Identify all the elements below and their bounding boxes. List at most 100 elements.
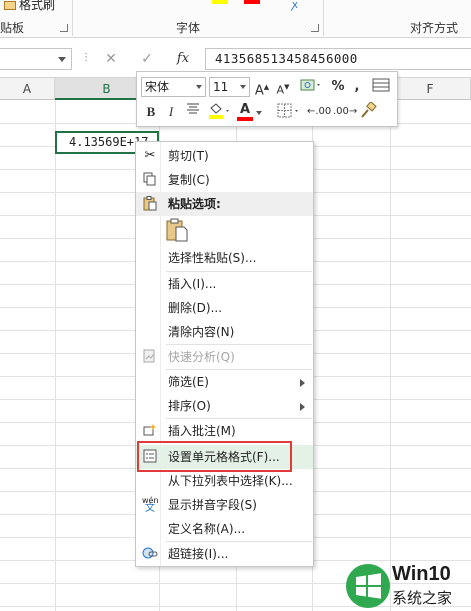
borders-icon <box>277 103 298 118</box>
font-size-combo[interactable]: 11 <box>209 77 250 97</box>
font-size-value: 11 <box>213 80 229 94</box>
percent-style-button[interactable]: % <box>330 77 346 97</box>
align-center-button[interactable] <box>183 102 203 122</box>
menu-header-label: 粘贴选项: <box>168 197 221 211</box>
alignment-group-label: 对齐方式 <box>410 21 459 35</box>
number-format-button[interactable] <box>296 77 326 97</box>
highlight-color-swatch <box>212 0 228 4</box>
chevron-right-icon <box>300 403 305 411</box>
menu-item-hyperlink[interactable]: 超链接(I)... <box>136 542 313 566</box>
chevron-down-icon[interactable] <box>256 111 262 115</box>
chevron-down-icon[interactable] <box>196 85 202 89</box>
grid-line <box>390 100 391 611</box>
menu-header-paste-options: 粘贴选项: <box>136 192 313 216</box>
formula-input[interactable]: 413568513458456000 <box>205 48 471 70</box>
font-name-value: 宋体 <box>145 80 170 94</box>
chevron-down-icon[interactable] <box>240 85 246 89</box>
align-center-icon <box>187 103 199 114</box>
phonetic-icon: wén 文 <box>142 496 159 514</box>
font-color-swatch <box>244 0 260 4</box>
grid-line <box>55 100 56 611</box>
format-painter-label: 格式刷 <box>19 0 56 12</box>
ribbon-divider <box>323 0 324 36</box>
format-painter-button[interactable]: 格式刷 <box>4 0 55 13</box>
format-painter-mini-button[interactable] <box>358 101 378 122</box>
clipboard-launcher-icon[interactable] <box>60 24 68 32</box>
formula-bar-grip-icon[interactable]: ⋮ <box>81 52 91 63</box>
font-name-combo[interactable]: 宋体 <box>141 77 206 97</box>
merge-cells-icon <box>372 78 390 92</box>
menu-item-define-name[interactable]: 定义名称(A)... <box>136 517 313 541</box>
mini-toolbar: 宋体 11 A▲ A▼ % , B I A ←.00 .00→ <box>136 71 398 127</box>
menu-item-paste-special[interactable]: 选择性粘贴(S)... <box>136 246 313 270</box>
paint-bucket-icon <box>209 103 229 119</box>
menu-item-quick-analysis[interactable]: 快速分析(Q) <box>136 345 313 369</box>
clipboard-icon <box>142 196 158 212</box>
font-color-button[interactable]: A <box>237 102 265 122</box>
menu-item-label: 清除内容(N) <box>168 325 235 339</box>
comment-icon <box>142 423 158 439</box>
bold-button[interactable]: B <box>143 102 159 122</box>
accounting-format-icon <box>300 79 320 91</box>
menu-item-show-phonetic[interactable]: wén 文 显示拼音字段(S) <box>136 493 313 517</box>
menu-item-label: 显示拼音字段(S) <box>168 498 257 512</box>
shrink-font-button[interactable]: A▼ <box>275 77 291 97</box>
menu-item-filter[interactable]: 筛选(E) <box>136 370 313 394</box>
menu-item-insert-comment[interactable]: 插入批注(M) <box>136 419 313 443</box>
quick-analysis-icon <box>142 349 158 365</box>
italic-button[interactable]: I <box>163 102 179 122</box>
highlight-box <box>137 441 292 472</box>
menu-item-copy[interactable]: 复制(C) <box>136 168 313 192</box>
menu-item-label: 排序(O) <box>168 399 211 413</box>
copy-icon <box>142 172 158 188</box>
menu-item-label: 删除(D)... <box>168 301 223 315</box>
format-painter-icon <box>4 1 16 10</box>
watermark-line1: Win10 <box>392 563 451 585</box>
menu-item-label: 插入(I)... <box>168 277 217 291</box>
menu-item-label: 超链接(I)... <box>168 547 229 561</box>
paste-option-clipboard-icon[interactable] <box>166 218 188 242</box>
chevron-down-icon[interactable] <box>58 57 66 62</box>
grow-font-button[interactable]: A▲ <box>254 77 270 99</box>
chevron-right-icon <box>300 379 305 387</box>
insert-function-button[interactable]: fx <box>170 48 196 70</box>
fill-color-button[interactable] <box>206 102 234 122</box>
font-group-label: 字体 <box>176 21 201 35</box>
menu-item-label: 剪切(T) <box>168 149 209 163</box>
context-menu: ✂ 剪切(T) 复制(C) 粘贴选项: 选择性粘贴(S)... 插入(I)...… <box>135 141 314 567</box>
ribbon: 格式刷 贴板 ꭗ 字体 对齐方式 <box>0 0 471 38</box>
menu-item-clear-contents[interactable]: 清除内容(N) <box>136 320 313 344</box>
watermark-line2: 系统之家 <box>392 590 453 607</box>
cancel-button[interactable]: ✕ <box>98 48 124 70</box>
menu-item-label: 复制(C) <box>168 173 210 187</box>
enter-button[interactable]: ✓ <box>134 48 160 70</box>
menu-item-pick-from-list[interactable]: 从下拉列表中选择(K)... <box>136 469 313 493</box>
menu-item-cut[interactable]: ✂ 剪切(T) <box>136 144 313 168</box>
column-header-f[interactable]: F <box>390 78 471 100</box>
ribbon-divider <box>72 0 73 36</box>
menu-item-label: 插入批注(M) <box>168 424 236 438</box>
menu-item-label: 定义名称(A)... <box>168 522 246 536</box>
font-launcher-icon[interactable] <box>311 24 319 32</box>
scissors-icon: ✂ <box>144 148 156 163</box>
menu-item-label: 筛选(E) <box>168 375 209 389</box>
increase-decimal-button[interactable]: ←.00 <box>307 102 331 122</box>
menu-item-delete[interactable]: 删除(D)... <box>136 296 313 320</box>
strike-icon: ꭗ <box>292 0 298 11</box>
menu-item-label: 快速分析(Q) <box>168 350 235 364</box>
menu-item-sort[interactable]: 排序(O) <box>136 394 313 418</box>
watermark-logo: Win10 系统之家 <box>345 560 471 611</box>
menu-item-label: 从下拉列表中选择(K)... <box>168 474 293 488</box>
paintbrush-icon <box>361 101 377 118</box>
grow-font-label: A <box>254 83 264 99</box>
name-box[interactable] <box>0 48 72 70</box>
hyperlink-icon <box>142 546 158 562</box>
menu-item-label: 选择性粘贴(S)... <box>168 251 257 265</box>
borders-button[interactable] <box>275 102 303 122</box>
decrease-decimal-button[interactable]: .00→ <box>333 102 357 122</box>
column-header-a[interactable]: A <box>0 78 55 100</box>
menu-item-insert[interactable]: 插入(I)... <box>136 272 313 296</box>
font-color-bar <box>237 117 253 121</box>
merge-center-button[interactable] <box>371 77 391 97</box>
comma-style-button[interactable]: , <box>350 77 364 97</box>
